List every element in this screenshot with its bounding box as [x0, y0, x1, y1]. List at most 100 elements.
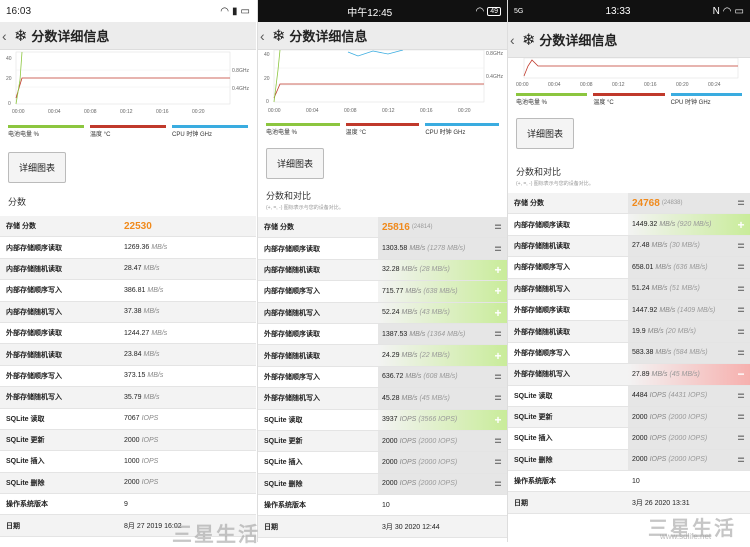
- equals-icon[interactable]: =: [492, 455, 504, 469]
- row-unit: IOPS: [399, 480, 417, 488]
- back-icon[interactable]: ‹: [510, 32, 518, 48]
- row-label: 操作系统版本: [514, 478, 556, 486]
- row-value-cell: 2000 IOPS (2000 IOPS) =: [628, 428, 750, 449]
- row-value: 45.28: [382, 394, 400, 402]
- table-row: 内部存储顺序读取 1303.58 MB/s (1278 MB/s) =: [258, 238, 507, 260]
- equals-icon[interactable]: =: [735, 325, 747, 339]
- equals-icon[interactable]: =: [735, 431, 747, 445]
- monitor-chart-svg: 00:00 00:04 00:08 00:12 00:16 00:20 00:2…: [516, 57, 739, 88]
- x-tick-label: 00:16: [644, 82, 657, 88]
- status-icons: ◠ 49: [475, 6, 501, 17]
- row-label: 外部存储顺序读取: [514, 307, 570, 315]
- row-value-cell: 51.24 MB/s (51 MB/s) =: [628, 278, 750, 299]
- legend-swatch: [593, 93, 665, 96]
- row-value-cell: 2000 IOPS: [120, 430, 256, 450]
- row-value-cell: 2000 IOPS (2000 IOPS) =: [628, 449, 750, 471]
- equals-icon[interactable]: =: [735, 410, 747, 424]
- row-value: 10: [382, 501, 390, 509]
- row-reference: (51 MB/s): [669, 285, 700, 293]
- detail-chart-button[interactable]: 详细图表: [516, 118, 575, 149]
- row-reference: (45 MB/s): [419, 394, 450, 402]
- row-value-cell: 2000 IOPS: [120, 473, 256, 493]
- row-value-cell: 1000 IOPS: [120, 451, 256, 471]
- back-icon[interactable]: ‹: [2, 28, 10, 44]
- row-label: 外部存储随机写入: [514, 371, 570, 379]
- row-unit: MB/s: [405, 373, 422, 381]
- x-tick-label: 00:04: [48, 109, 61, 115]
- equals-icon[interactable]: =: [492, 242, 504, 256]
- row-unit: IOPS: [649, 434, 667, 442]
- equals-icon[interactable]: =: [735, 239, 747, 253]
- plus-icon[interactable]: +: [492, 306, 504, 320]
- row-value-cell: 35.79 MB/s: [120, 387, 256, 407]
- equals-icon[interactable]: =: [735, 303, 747, 317]
- row-label: SQLite 删除: [514, 456, 553, 464]
- row-reference: (1409 MB/s): [677, 306, 716, 314]
- legend-label: 电池电量 %: [266, 130, 298, 136]
- table-row: SQLite 读取 3937 IOPS (3566 IOPS) +: [258, 409, 507, 431]
- equals-icon[interactable]: =: [735, 196, 747, 210]
- equals-icon[interactable]: =: [492, 391, 504, 405]
- chart-plot-area: [523, 57, 739, 79]
- legend-item-battery: 电池电量 %: [8, 125, 84, 138]
- row-label: 外部存储随机读取: [264, 352, 320, 360]
- equals-icon[interactable]: =: [492, 370, 504, 384]
- legend-item-cpu: CPU 时钟 GHz: [172, 125, 248, 138]
- back-icon[interactable]: ‹: [260, 28, 268, 44]
- row-label: 内部存储随机读取: [6, 265, 62, 273]
- equals-icon[interactable]: =: [735, 260, 747, 274]
- row-unit: MB/s: [651, 285, 668, 293]
- row-label: 存储 分数: [514, 200, 544, 208]
- equals-icon[interactable]: =: [492, 220, 504, 234]
- row-label: 内部存储随机写入: [6, 308, 62, 316]
- legend-swatch: [172, 125, 248, 128]
- plus-icon[interactable]: +: [735, 218, 747, 232]
- legend-label: 温度 °C: [345, 130, 367, 136]
- row-value: 2000: [124, 436, 140, 444]
- row-value-cell: 3937 IOPS (3566 IOPS) +: [378, 409, 507, 430]
- right-tick-label: 0.8GHz: [232, 68, 249, 74]
- plus-icon[interactable]: +: [492, 284, 504, 298]
- row-value-cell: 658.01 MB/s (636 MB/s) =: [628, 257, 750, 278]
- detail-chart-button[interactable]: 详细图表: [266, 148, 325, 179]
- legend-item-cpu: CPU 时钟 GHz: [425, 123, 500, 136]
- row-value: 658.01: [632, 263, 654, 271]
- table-row: 日期 3月 26 2020 13:31: [508, 492, 750, 514]
- y-tick-label: 0: [8, 101, 11, 107]
- legend-label: 电池电量 %: [516, 100, 548, 106]
- equals-icon[interactable]: =: [735, 346, 747, 360]
- equals-icon[interactable]: =: [492, 327, 504, 341]
- row-label: 外部存储顺序读取: [264, 331, 320, 339]
- plus-icon[interactable]: +: [492, 413, 504, 427]
- table-row: 外部存储随机写入 27.89 MB/s (45 MB/s) −: [508, 364, 750, 386]
- legend-item-temperature: 温度 °C: [90, 125, 166, 138]
- equals-icon[interactable]: =: [735, 282, 747, 296]
- row-label: SQLite 更新: [6, 437, 45, 445]
- row-unit: IOPS: [141, 415, 159, 423]
- equals-icon[interactable]: =: [735, 389, 747, 403]
- row-value: 2000: [632, 456, 648, 464]
- row-value-cell: 22530: [120, 216, 256, 236]
- row-value-cell: 3月 30 2020 12:44: [378, 516, 507, 536]
- row-value: 1447.92: [632, 306, 658, 314]
- row-label: 内部存储随机写入: [264, 309, 320, 317]
- equals-icon[interactable]: =: [492, 477, 504, 491]
- table-row: 操作系统版本 10: [258, 495, 507, 517]
- row-label: 外部存储顺序读取: [6, 330, 62, 338]
- row-value-cell: 10: [378, 495, 507, 515]
- row-value-cell: 2000 IOPS (2000 IOPS) =: [378, 430, 507, 452]
- row-unit: IOPS: [399, 437, 417, 445]
- signal-icon: ▮: [232, 5, 238, 17]
- plus-icon[interactable]: +: [492, 349, 504, 363]
- equals-icon[interactable]: =: [492, 434, 504, 448]
- detail-chart-button[interactable]: 详细图表: [8, 152, 67, 183]
- legend-swatch: [345, 123, 420, 126]
- legend-label: CPU 时钟 GHz: [172, 132, 213, 138]
- minus-icon[interactable]: −: [735, 367, 747, 381]
- plus-icon[interactable]: +: [492, 263, 504, 277]
- table-row: 操作系统版本 9: [0, 494, 256, 516]
- equals-icon[interactable]: =: [735, 453, 747, 467]
- wifi-icon: ◠: [475, 5, 485, 17]
- row-value-cell: 9: [120, 494, 256, 514]
- title-bar: ‹ ❄ 分数详细信息: [0, 22, 256, 50]
